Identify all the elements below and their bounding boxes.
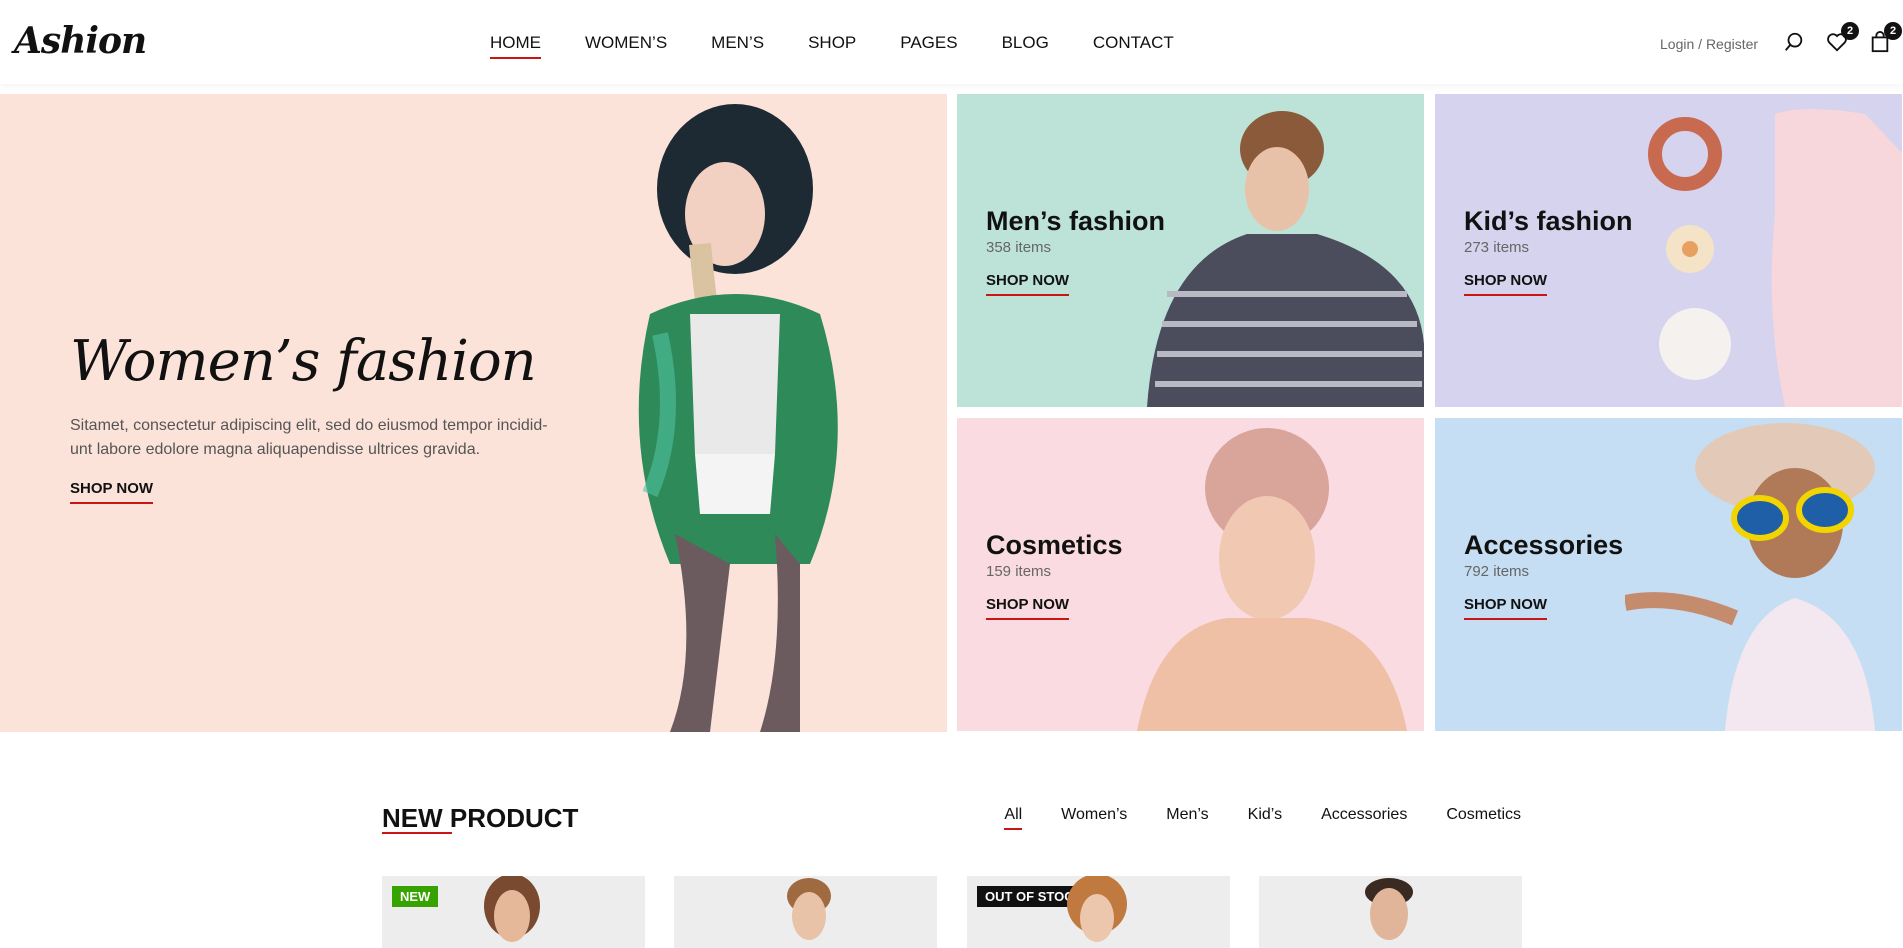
filter-womens[interactable]: Women’s — [1061, 806, 1127, 830]
wishlist-count-badge: 2 — [1841, 22, 1859, 40]
womens-model-image — [638, 104, 838, 732]
login-link[interactable]: Login — [1660, 36, 1694, 52]
filter-all[interactable]: All — [1004, 806, 1022, 830]
cart-count-badge: 2 — [1884, 22, 1902, 40]
category-title: Accessories — [1464, 530, 1624, 560]
category-shop-now-link[interactable]: SHOP NOW — [986, 272, 1070, 296]
filter-cosmetics[interactable]: Cosmetics — [1446, 806, 1521, 830]
main-nav: HOME WOMEN’S MEN’S SHOP PAGES BLOG CONTA… — [490, 33, 1218, 59]
hero-shop-now-link[interactable]: SHOP NOW — [70, 480, 154, 504]
category-count: 358 items — [986, 239, 1052, 256]
nav-womens[interactable]: WOMEN’S — [585, 33, 667, 59]
category-shop-now-link[interactable]: SHOP NOW — [986, 596, 1070, 620]
category-title: Cosmetics — [986, 530, 1123, 560]
product-card[interactable]: OUT OF STOCK — [967, 876, 1230, 948]
filter-kids[interactable]: Kid’s — [1248, 806, 1282, 830]
auth-separator: / — [1694, 36, 1706, 52]
category-tile-kids[interactable]: Kid’s fashion 273 items SHOP NOW — [1435, 94, 1902, 407]
wishlist-button[interactable]: 2 — [1823, 22, 1859, 56]
nav-pages[interactable]: PAGES — [900, 33, 957, 59]
nav-shop[interactable]: SHOP — [808, 33, 856, 59]
category-count: 273 items — [1464, 239, 1530, 256]
product-filter-tabs: All Women’s Men’s Kid’s Accessories Cosm… — [965, 806, 1521, 830]
hero-banner-womens: Women’s fashion Sitamet, consectetur adi… — [0, 94, 947, 732]
nav-mens[interactable]: MEN’S — [711, 33, 764, 59]
filter-mens[interactable]: Men’s — [1166, 806, 1208, 830]
nav-contact[interactable]: CONTACT — [1093, 33, 1174, 59]
category-tile-mens[interactable]: Men’s fashion 358 items SHOP NOW — [957, 94, 1424, 407]
category-count: 792 items — [1464, 563, 1530, 580]
kids-items-image — [1648, 109, 1902, 407]
register-link[interactable]: Register — [1706, 36, 1758, 52]
auth-links: Login / Register — [1660, 36, 1758, 52]
category-tile-accessories[interactable]: Accessories 792 items SHOP NOW — [1435, 418, 1902, 731]
filter-accessories[interactable]: Accessories — [1321, 806, 1407, 830]
product-image — [1365, 878, 1413, 940]
site-logo[interactable]: Ashion — [14, 20, 147, 62]
nav-home[interactable]: HOME — [490, 33, 541, 59]
product-image — [1067, 876, 1127, 942]
category-title: Kid’s fashion — [1464, 206, 1633, 236]
site-header: Ashion HOME WOMEN’S MEN’S SHOP PAGES BLO… — [0, 0, 1903, 84]
product-image — [484, 876, 540, 942]
nav-blog[interactable]: BLOG — [1002, 33, 1049, 59]
category-shop-now-link[interactable]: SHOP NOW — [1464, 596, 1548, 620]
new-tag: NEW — [392, 886, 439, 907]
product-card[interactable]: NEW — [382, 876, 645, 948]
product-card[interactable] — [1259, 876, 1522, 948]
product-card[interactable] — [674, 876, 937, 948]
cart-button[interactable]: 2 — [1866, 22, 1902, 56]
new-product-heading: NEW PRODUCT — [382, 803, 579, 833]
hero-title: Women’s fashion — [70, 329, 537, 394]
category-count: 159 items — [986, 563, 1052, 580]
mens-model-image — [1147, 111, 1424, 407]
hero-description: Sitamet, consectetur adipiscing elit, se… — [70, 417, 548, 458]
category-shop-now-link[interactable]: SHOP NOW — [1464, 272, 1548, 296]
product-image — [787, 878, 831, 940]
accessories-model-image — [1625, 423, 1875, 731]
heading-underline — [382, 832, 452, 834]
category-tile-cosmetics[interactable]: Cosmetics 159 items SHOP NOW — [957, 418, 1424, 731]
search-icon[interactable] — [1780, 28, 1808, 56]
cosmetics-model-image — [1137, 428, 1407, 731]
